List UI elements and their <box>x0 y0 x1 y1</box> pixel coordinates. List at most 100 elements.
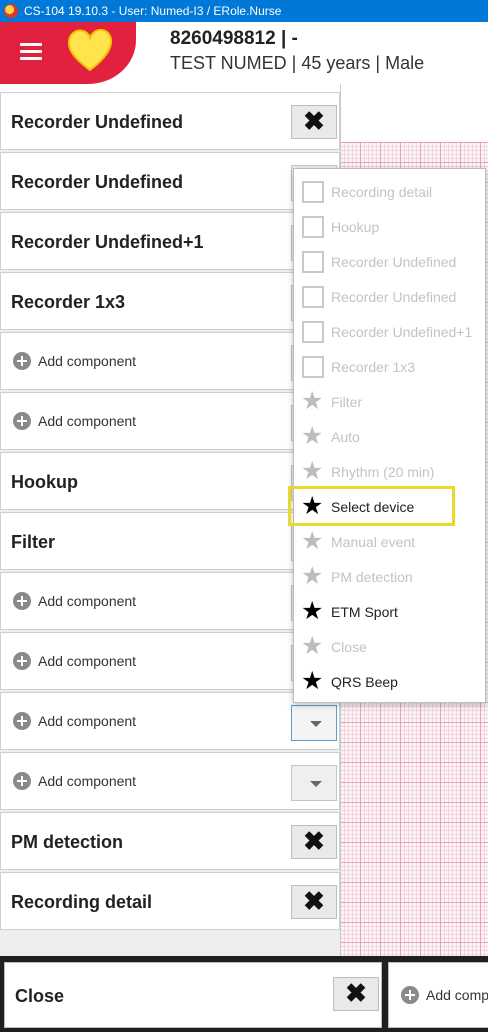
plus-circle-icon <box>401 986 419 1005</box>
dropdown-item[interactable]: Recording detail <box>294 175 485 210</box>
star-icon: ★ <box>301 457 324 485</box>
dropdown-item[interactable]: ★ Manual event <box>294 525 485 560</box>
add-component-row: Add component <box>0 692 340 750</box>
window-title: CS-104 19.10.3 - User: Numed-I3 / ERole.… <box>24 4 282 18</box>
add-component-text: Add comp <box>426 987 488 1003</box>
plus-circle-icon <box>13 592 31 611</box>
remove-component-button[interactable]: ✖ <box>291 885 337 919</box>
dropdown-item[interactable]: ★ ETM Sport <box>294 595 485 630</box>
close-button[interactable]: ✖ <box>333 977 379 1011</box>
star-icon: ★ <box>301 422 324 450</box>
dropdown-item-label: QRS Beep <box>331 674 398 690</box>
component-label: Recording detail <box>11 892 153 912</box>
dropdown-item-label: Recorder Undefined <box>331 289 457 305</box>
dropdown-item-label: Close <box>331 639 367 655</box>
star-icon: ★ <box>301 632 324 660</box>
chevron-down-icon[interactable] <box>291 765 337 801</box>
component-label: PM detection <box>11 832 124 852</box>
add-component-label[interactable]: Add component <box>13 352 137 371</box>
dropdown-item-label: Rhythm (20 min) <box>331 464 435 480</box>
checkbox-icon <box>302 181 324 203</box>
dropdown-item[interactable]: ★ Select device <box>294 490 485 525</box>
component-label: Filter <box>11 532 56 552</box>
dropdown-item[interactable]: Recorder Undefined <box>294 280 485 315</box>
add-component-text: Add component <box>38 653 137 669</box>
component-dropdown-list: Recording detail Hookup Recorder Undefined… <box>293 168 486 703</box>
dropdown-item-label: Select device <box>331 499 415 515</box>
dropdown-item[interactable]: ★ Rhythm (20 min) <box>294 455 485 490</box>
dropdown-item[interactable]: ★ Auto <box>294 420 485 455</box>
component-row: Hookup <box>0 452 340 510</box>
component-row: Recorder Undefined <box>0 152 340 210</box>
add-component-row: Add component <box>0 572 340 630</box>
add-component-row: Add component <box>0 392 340 450</box>
add-component-label[interactable]: Add component <box>13 592 137 611</box>
component-label: Recorder Undefined+1 <box>11 232 204 252</box>
component-row: Recorder 1x3 <box>0 272 340 330</box>
remove-component-button[interactable]: ✖ <box>291 105 337 139</box>
add-component-label[interactable]: Add component <box>13 652 137 671</box>
remove-component-button[interactable]: ✖ <box>291 825 337 859</box>
dropdown-item-label: Manual event <box>331 534 416 550</box>
patient-info: TEST NUMED | 45 years | Male <box>170 53 425 73</box>
dropdown-item-label: Auto <box>331 429 360 445</box>
add-component-label[interactable]: Add component <box>13 412 136 431</box>
ecg-header-area <box>340 84 488 142</box>
add-component-label: Add comp <box>401 986 488 1005</box>
component-label: Hookup <box>11 472 78 492</box>
checkbox-icon <box>302 251 324 273</box>
dropdown-item[interactable]: Hookup <box>294 210 485 245</box>
component-row: Recorder Undefined ✖ <box>0 92 340 150</box>
plus-circle-icon <box>13 712 31 731</box>
add-component-text: Add component <box>38 353 137 369</box>
dropdown-item[interactable]: ★ Filter <box>294 385 485 420</box>
menu-icon[interactable] <box>20 43 42 61</box>
star-icon: ★ <box>301 562 324 590</box>
dropdown-item[interactable]: Recorder 1x3 <box>294 350 485 385</box>
app-icon <box>4 4 18 18</box>
star-icon: ★ <box>301 667 324 695</box>
component-label: Recorder Undefined <box>11 172 184 192</box>
dropdown-item[interactable]: Recorder Undefined <box>294 245 485 280</box>
add-component-text: Add component <box>38 773 137 789</box>
dropdown-item-label: Recorder 1x3 <box>331 359 416 375</box>
component-label: Recorder 1x3 <box>11 292 126 312</box>
add-component-row: Add component <box>0 752 340 810</box>
add-component-label[interactable]: Add component <box>13 712 137 731</box>
component-row: PM detection ✖ <box>0 812 340 870</box>
window-titlebar: CS-104 19.10.3 - User: Numed-I3 / ERole.… <box>0 0 488 22</box>
plus-circle-icon <box>13 772 31 791</box>
component-panel: Recorder Undefined ✖ Recorder Undefined Rec… <box>0 92 341 956</box>
dropdown-item-label: Hookup <box>331 219 380 235</box>
patient-id: 8260498812 | - <box>170 28 298 49</box>
brand-banner <box>0 22 136 84</box>
dropdown-item-label: Filter <box>331 394 363 410</box>
add-component-text: Add component <box>38 713 137 729</box>
dropdown-item-label: Recording detail <box>331 184 433 200</box>
dropdown-item[interactable]: ★ PM detection <box>294 560 485 595</box>
dropdown-item[interactable]: Recorder Undefined+1 <box>294 315 485 350</box>
heart-logo-icon <box>67 28 113 72</box>
checkbox-icon <box>302 286 324 308</box>
plus-circle-icon <box>13 412 31 431</box>
add-component-row: Add component <box>0 632 340 690</box>
dropdown-item[interactable]: ★ Close <box>294 630 485 665</box>
close-row: Close ✖ <box>4 962 382 1028</box>
add-component-row: Add component <box>0 332 340 390</box>
star-icon: ★ <box>301 597 324 625</box>
add-component-text: Add component <box>38 593 137 609</box>
component-row: Filter <box>0 512 340 570</box>
dropdown-item[interactable]: ★ QRS Beep <box>294 665 485 700</box>
plus-circle-icon <box>13 352 31 371</box>
add-component-row[interactable]: Add comp <box>388 962 488 1028</box>
dropdown-item-label: Recorder Undefined <box>331 254 457 270</box>
add-component-label[interactable]: Add component <box>13 772 137 791</box>
star-icon: ★ <box>301 492 324 520</box>
dropdown-item-label: Recorder Undefined+1 <box>331 324 473 340</box>
dropdown-item-label: ETM Sport <box>331 604 398 620</box>
checkbox-icon <box>302 321 324 343</box>
chevron-down-icon[interactable] <box>291 705 337 741</box>
checkbox-icon <box>302 216 324 238</box>
component-row: Recorder Undefined+1 <box>0 212 340 270</box>
close-label: Close <box>15 986 65 1006</box>
